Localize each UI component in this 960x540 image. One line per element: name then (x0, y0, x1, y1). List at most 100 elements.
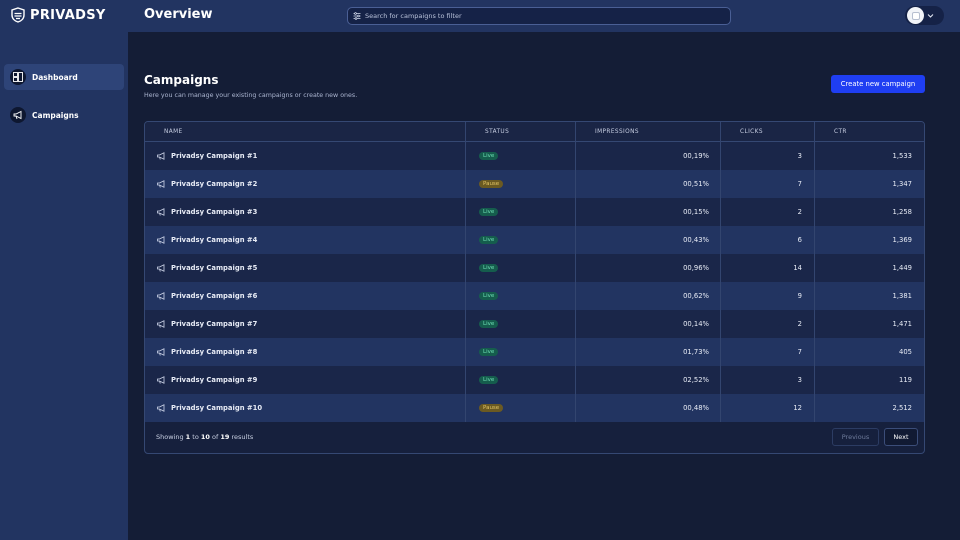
user-menu[interactable] (905, 6, 944, 25)
page-title: Overview (144, 7, 213, 22)
ctr-cell: 1,369 (892, 236, 912, 244)
column-header-clicks[interactable]: CLICKS (740, 122, 763, 142)
sidebar-item-label: Dashboard (32, 72, 78, 82)
megaphone-icon (157, 292, 165, 300)
create-campaign-button[interactable]: Create new campaign (831, 75, 925, 93)
sidebar-item-dashboard[interactable]: Dashboard (4, 64, 124, 90)
status-cell: Live (479, 198, 499, 226)
app-name: PRIVADSY (30, 7, 106, 23)
sidebar-item-label: Campaigns (32, 110, 79, 120)
table-row[interactable]: Privadsy Campaign #7 Live 00,14% 2 1,471 (145, 310, 924, 338)
table-row[interactable]: Privadsy Campaign #9 Live 02,52% 3 119 (145, 366, 924, 394)
status-cell: Live (479, 310, 499, 338)
campaign-name[interactable]: Privadsy Campaign #10 (171, 404, 262, 412)
ctr-cell: 1,347 (892, 180, 912, 188)
impressions-cell: 00,48% (683, 404, 709, 412)
status-cell: Pause (479, 170, 504, 198)
status-badge: Pause (479, 180, 504, 188)
campaign-name-cell: Privadsy Campaign #6 (157, 282, 257, 310)
table-row[interactable]: Privadsy Campaign #4 Live 00,43% 6 1,369 (145, 226, 924, 254)
campaign-name-cell: Privadsy Campaign #9 (157, 366, 257, 394)
column-header-name[interactable]: NAME (164, 122, 183, 142)
clicks-cell: 3 (797, 376, 802, 384)
campaign-name[interactable]: Privadsy Campaign #8 (171, 348, 257, 356)
table-row[interactable]: Privadsy Campaign #8 Live 01,73% 7 405 (145, 338, 924, 366)
avatar-image-icon (911, 11, 920, 20)
campaign-name[interactable]: Privadsy Campaign #5 (171, 264, 257, 272)
campaign-name[interactable]: Privadsy Campaign #3 (171, 208, 257, 216)
column-header-ctr[interactable]: CTR (834, 122, 847, 142)
impressions-cell: 00,15% (683, 208, 709, 216)
column-header-status[interactable]: STATUS (485, 122, 509, 142)
column-header-impressions[interactable]: IMPRESSIONS (595, 122, 639, 142)
ctr-cell: 1,381 (892, 292, 912, 300)
table-row[interactable]: Privadsy Campaign #3 Live 00,15% 2 1,258 (145, 198, 924, 226)
filter-icon (353, 12, 361, 20)
ctr-cell: 1,533 (892, 152, 912, 160)
ctr-cell: 405 (899, 348, 912, 356)
column-divider (575, 122, 576, 422)
campaign-name-cell: Privadsy Campaign #3 (157, 198, 257, 226)
status-badge: Live (479, 376, 499, 384)
section-subtitle: Here you can manage your existing campai… (144, 92, 358, 99)
previous-page-button[interactable]: Previous (832, 428, 879, 446)
megaphone-icon (157, 180, 165, 188)
campaign-name[interactable]: Privadsy Campaign #6 (171, 292, 257, 300)
campaign-name-cell: Privadsy Campaign #10 (157, 394, 262, 422)
megaphone-icon (157, 376, 165, 384)
impressions-cell: 01,73% (683, 348, 709, 356)
sidebar-item-campaigns[interactable]: Campaigns (4, 102, 124, 128)
campaign-name-cell: Privadsy Campaign #5 (157, 254, 257, 282)
app-logo[interactable]: PRIVADSY (11, 6, 106, 24)
clicks-cell: 2 (797, 208, 802, 216)
campaigns-table: NAME STATUS IMPRESSIONS CLICKS CTR Priva… (144, 121, 925, 454)
ctr-cell: 1,258 (892, 208, 912, 216)
clicks-cell: 12 (793, 404, 802, 412)
clicks-cell: 6 (797, 236, 802, 244)
megaphone-icon (157, 152, 165, 160)
campaign-name[interactable]: Privadsy Campaign #4 (171, 236, 257, 244)
chevron-down-icon (927, 14, 934, 18)
megaphone-icon (157, 320, 165, 328)
table-row[interactable]: Privadsy Campaign #10 Pause 00,48% 12 2,… (145, 394, 924, 422)
impressions-cell: 02,52% (683, 376, 709, 384)
megaphone-icon (157, 264, 165, 272)
campaign-name[interactable]: Privadsy Campaign #1 (171, 152, 257, 160)
section-title: Campaigns (144, 73, 219, 87)
search-box[interactable] (347, 7, 731, 25)
status-badge: Live (479, 208, 499, 216)
status-badge: Live (479, 152, 499, 160)
status-badge: Live (479, 292, 499, 300)
clicks-cell: 3 (797, 152, 802, 160)
campaign-name[interactable]: Privadsy Campaign #9 (171, 376, 257, 384)
status-badge: Live (479, 236, 499, 244)
campaign-name[interactable]: Privadsy Campaign #2 (171, 180, 257, 188)
dashboard-icon (10, 69, 26, 85)
ctr-cell: 1,471 (892, 320, 912, 328)
status-cell: Pause (479, 394, 504, 422)
showing-prefix: Showing (156, 433, 184, 441)
next-page-button[interactable]: Next (884, 428, 918, 446)
column-divider (720, 122, 721, 422)
table-row[interactable]: Privadsy Campaign #5 Live 00,96% 14 1,44… (145, 254, 924, 282)
table-row[interactable]: Privadsy Campaign #1 Live 00,19% 3 1,533 (145, 142, 924, 170)
clicks-cell: 7 (797, 180, 802, 188)
ctr-cell: 119 (899, 376, 912, 384)
table-row[interactable]: Privadsy Campaign #2 Pause 00,51% 7 1,34… (145, 170, 924, 198)
status-cell: Live (479, 366, 499, 394)
campaign-name[interactable]: Privadsy Campaign #7 (171, 320, 257, 328)
campaign-name-cell: Privadsy Campaign #2 (157, 170, 257, 198)
showing-total: 19 (220, 433, 230, 441)
campaign-name-cell: Privadsy Campaign #1 (157, 142, 257, 170)
status-badge: Live (479, 320, 499, 328)
sidebar: PRIVADSY Dashboard Campaigns (0, 0, 128, 540)
search-input[interactable] (365, 12, 725, 20)
top-bar: Overview (128, 0, 960, 32)
ctr-cell: 2,512 (892, 404, 912, 412)
avatar[interactable] (907, 7, 924, 24)
ctr-cell: 1,449 (892, 264, 912, 272)
megaphone-icon (157, 348, 165, 356)
shield-logo-icon (11, 7, 25, 23)
table-row[interactable]: Privadsy Campaign #6 Live 00,62% 9 1,381 (145, 282, 924, 310)
impressions-cell: 00,96% (683, 264, 709, 272)
